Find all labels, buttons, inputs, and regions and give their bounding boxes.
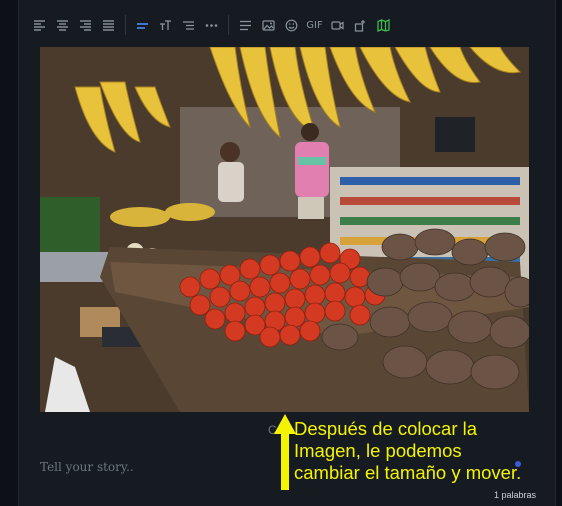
align-center-icon[interactable] bbox=[51, 14, 74, 36]
formatting-toolbar: GIF bbox=[18, 10, 554, 40]
list-icon[interactable] bbox=[177, 14, 200, 36]
word-count: 1 palabras bbox=[493, 490, 536, 500]
emoji-icon[interactable] bbox=[280, 14, 303, 36]
paragraph-icon[interactable] bbox=[234, 14, 257, 36]
align-justify-icon[interactable] bbox=[97, 14, 120, 36]
map-icon[interactable] bbox=[372, 14, 395, 36]
heading-icon[interactable] bbox=[131, 14, 154, 36]
tutorial-annotation: Después de colocar la Imagen, le podemos… bbox=[294, 418, 522, 483]
more-icon[interactable] bbox=[200, 14, 223, 36]
toolbar-separator bbox=[125, 15, 126, 35]
video-icon[interactable] bbox=[326, 14, 349, 36]
align-left-icon[interactable] bbox=[28, 14, 51, 36]
gif-label: GIF bbox=[306, 19, 323, 31]
story-body-placeholder[interactable]: Tell your story.. bbox=[40, 460, 134, 474]
text-size-icon[interactable] bbox=[154, 14, 177, 36]
image-icon[interactable] bbox=[257, 14, 280, 36]
embed-icon[interactable] bbox=[349, 14, 372, 36]
market-photo-illustration bbox=[40, 47, 529, 412]
align-right-icon[interactable] bbox=[74, 14, 97, 36]
toolbar-separator bbox=[228, 15, 229, 35]
gif-icon[interactable]: GIF bbox=[303, 14, 326, 36]
market-photo[interactable] bbox=[40, 47, 529, 412]
